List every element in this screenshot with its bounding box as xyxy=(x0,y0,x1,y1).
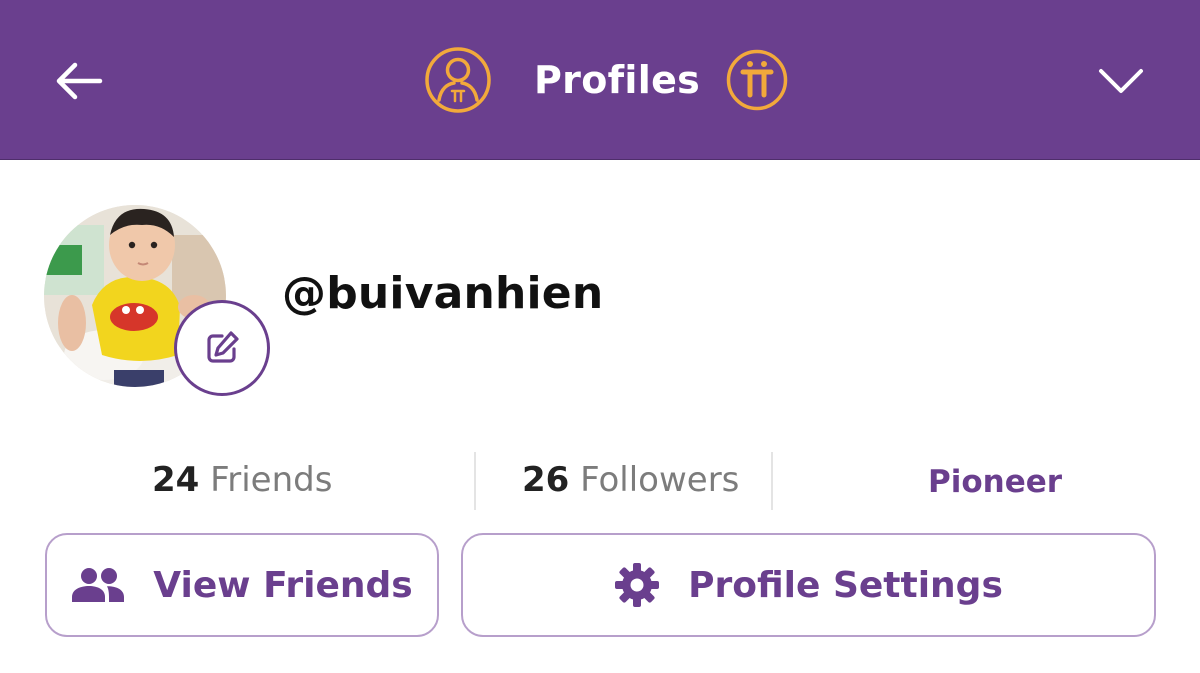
edit-pencil-icon xyxy=(207,331,239,363)
followers-stat[interactable]: 26 Followers xyxy=(522,460,739,500)
stats-divider xyxy=(771,452,773,510)
user-circle-icon[interactable] xyxy=(424,46,492,114)
top-bar: Profiles xyxy=(0,0,1200,160)
pi-coin-icon[interactable] xyxy=(726,49,788,111)
profile-settings-button[interactable]: Profile Settings xyxy=(461,533,1156,637)
gear-icon xyxy=(615,563,660,607)
stats-row: 24 Friends 26 Followers Pioneer xyxy=(0,448,1200,512)
profile-settings-label: Profile Settings xyxy=(688,564,1003,606)
edit-avatar-button[interactable] xyxy=(174,300,270,396)
arrow-left-icon xyxy=(56,62,103,100)
friends-count: 24 xyxy=(152,460,200,500)
followers-count: 26 xyxy=(522,460,570,500)
followers-label: Followers xyxy=(580,460,740,500)
dropdown-toggle[interactable] xyxy=(1094,58,1148,104)
back-button[interactable] xyxy=(50,55,106,107)
stats-divider xyxy=(474,452,476,510)
friends-stat[interactable]: 24 Friends xyxy=(152,460,332,500)
username: @buivanhien xyxy=(282,268,604,319)
view-friends-button[interactable]: View Friends xyxy=(45,533,439,637)
friends-label: Friends xyxy=(210,460,333,500)
role-badge[interactable]: Pioneer xyxy=(928,464,1062,500)
page-title: Profiles xyxy=(534,58,701,102)
view-friends-label: View Friends xyxy=(153,564,413,606)
header-title-group: Profiles xyxy=(424,46,788,114)
chevron-down-icon xyxy=(1099,69,1143,93)
people-icon xyxy=(72,568,125,602)
